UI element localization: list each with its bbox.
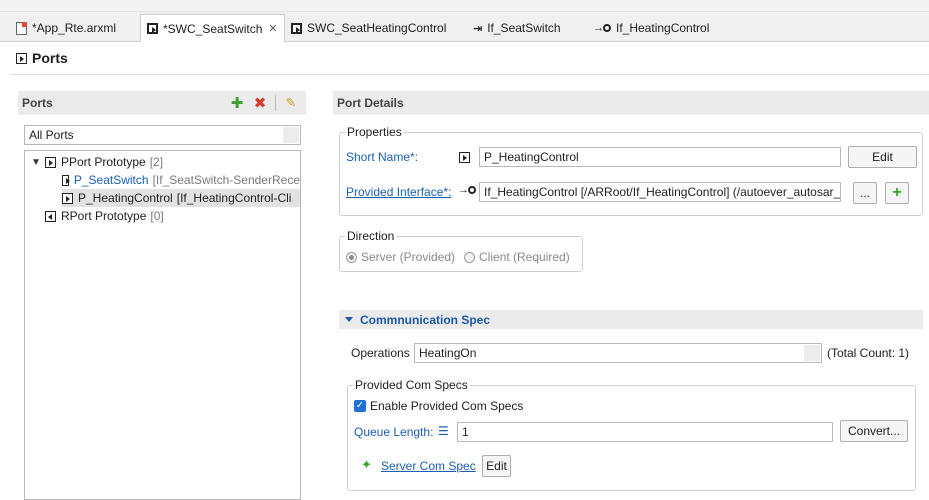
convert-button[interactable]: Convert... — [840, 420, 908, 442]
section-title: Commnunication Spec — [360, 312, 491, 327]
ports-header-label: Ports — [22, 96, 53, 110]
rport-icon — [45, 210, 56, 222]
divider — [275, 95, 276, 111]
tree-item-name: P_SeatSwitch — [73, 173, 149, 187]
combo-dropdown[interactable] — [283, 127, 299, 143]
spec-icon: ✦ — [361, 457, 372, 472]
pport-icon — [459, 152, 470, 163]
provided-com-specs-legend: Provided Com Specs — [353, 378, 470, 392]
browse-interface-button[interactable]: ... — [853, 182, 877, 204]
queue-length-value: 1 — [462, 425, 469, 439]
edit-short-name-button[interactable]: Edit — [848, 146, 917, 168]
properties-group — [339, 132, 923, 216]
queue-length-field[interactable]: 1 — [457, 422, 833, 442]
client-server-interface-icon: → — [593, 22, 611, 34]
checkmark-icon: ✓ — [354, 400, 366, 412]
tab-label: *App_Rte.arxml — [32, 21, 117, 35]
server-provided-radio[interactable]: Server (Provided) — [346, 250, 455, 264]
browse-label: ... — [859, 186, 870, 200]
page-title: Ports — [16, 50, 68, 66]
delete-port-button[interactable]: ✖ — [252, 95, 268, 112]
tree-item-detail: [If_SeatSwitch-SenderRece — [152, 173, 300, 187]
tree-node-label: PPort Prototype — [61, 155, 146, 169]
short-name-value: P_HeatingControl — [484, 150, 579, 164]
tab-if-seatswitch[interactable]: ⇥ If_SeatSwitch — [467, 16, 567, 40]
page-title-text: Ports — [32, 50, 68, 66]
tree-node-pport[interactable]: ▼ PPort Prototype [2] — [31, 153, 301, 171]
chevron-down-icon — [345, 317, 353, 322]
plus-icon: + — [892, 184, 902, 201]
tree-node-count: [2] — [149, 155, 164, 169]
port-filter-value: All Ports — [29, 128, 74, 142]
port-icon — [16, 52, 27, 64]
total-count: (Total Count: 1) — [827, 346, 910, 360]
tree-item-p-heatingcontrol[interactable]: P_HeatingControl [If_HeatingControl-Cli — [62, 189, 300, 207]
tab-swc-seatheatingcontrol[interactable]: SWC_SeatHeatingControl — [285, 16, 452, 40]
client-server-interface-icon: → — [458, 184, 476, 196]
communication-spec-section-header[interactable]: Commnunication Spec — [339, 310, 923, 329]
radio-indicator — [346, 251, 357, 263]
divider — [10, 74, 929, 75]
add-port-button[interactable]: ✚ — [229, 95, 245, 112]
provided-interface-link[interactable]: Provided Interface*: — [346, 185, 451, 199]
port-filter-combo[interactable]: All Ports — [24, 125, 301, 145]
properties-legend: Properties — [345, 125, 404, 139]
component-icon — [291, 22, 302, 34]
tab-label: If_SeatSwitch — [487, 21, 561, 35]
arxml-file-icon — [16, 21, 27, 35]
provided-interface-value: If_HeatingControl [/ARRoot/If_HeatingCon… — [484, 185, 841, 199]
pport-icon — [62, 192, 73, 204]
tab-label: *SWC_SeatSwitch — [163, 21, 263, 36]
add-interface-button[interactable]: + — [885, 182, 909, 204]
direction-legend: Direction — [345, 229, 397, 243]
queue-length-label: Queue Length: — [354, 425, 434, 439]
short-name-label: Short Name*: — [346, 150, 419, 164]
radio-label: Client (Required) — [479, 250, 570, 264]
tree-node-rport[interactable]: RPort Prototype [0] — [45, 207, 300, 225]
tree-node-count: [0] — [150, 209, 164, 223]
tree-item-p-seatswitch[interactable]: P_SeatSwitch [If_SeatSwitch-SenderRece — [62, 171, 300, 189]
enable-provided-com-specs-checkbox[interactable]: ✓ Enable Provided Com Specs — [354, 399, 523, 413]
tree-item-name: P_HeatingControl — [78, 191, 173, 205]
tab-label: If_HeatingControl — [616, 21, 710, 35]
operations-label: Operations — [351, 346, 410, 360]
close-icon[interactable]: ✕ — [268, 22, 277, 35]
main-toolbar — [0, 0, 929, 12]
component-icon — [147, 23, 158, 34]
server-com-spec-link[interactable]: Server Com Spec — [381, 459, 476, 473]
tab-if-heatingcontrol[interactable]: → If_HeatingControl — [587, 16, 715, 40]
pport-icon — [45, 156, 56, 168]
port-details-header: Port Details — [333, 91, 929, 115]
tab-swc-seatswitch[interactable]: *SWC_SeatSwitch ✕ — [140, 14, 285, 42]
sender-receiver-interface-icon: ⇥ — [473, 22, 483, 35]
tab-label: SWC_SeatHeatingControl — [307, 21, 447, 35]
radio-label: Server (Provided) — [361, 250, 456, 264]
server-com-spec-edit-button[interactable]: Edit — [482, 455, 511, 477]
ports-tree[interactable]: ▼ PPort Prototype [2] P_SeatSwitch [If_S… — [24, 150, 301, 500]
pport-icon — [62, 174, 70, 186]
edit-label: Edit — [486, 459, 507, 473]
radio-indicator — [464, 251, 475, 263]
checkbox-label: Enable Provided Com Specs — [370, 399, 524, 413]
provided-interface-field[interactable]: If_HeatingControl [/ARRoot/If_HeatingCon… — [479, 182, 841, 202]
convert-label: Convert... — [847, 424, 901, 438]
list-icon: ☰ — [438, 424, 449, 438]
client-required-radio[interactable]: Client (Required) — [464, 250, 570, 264]
edit-label: Edit — [872, 150, 893, 164]
tree-node-label: RPort Prototype — [61, 209, 147, 223]
combo-dropdown[interactable] — [804, 345, 820, 361]
rename-port-button[interactable]: ✎ — [283, 95, 299, 111]
tab-app-rte[interactable]: *App_Rte.arxml — [10, 16, 122, 40]
port-details-label: Port Details — [337, 96, 404, 110]
tree-item-detail: [If_HeatingControl-Cli — [176, 191, 292, 205]
short-name-field[interactable]: P_HeatingControl — [479, 147, 841, 167]
operations-combo[interactable]: HeatingOn — [414, 343, 822, 363]
chevron-down-icon[interactable]: ▼ — [31, 157, 41, 168]
operations-value: HeatingOn — [419, 346, 477, 360]
